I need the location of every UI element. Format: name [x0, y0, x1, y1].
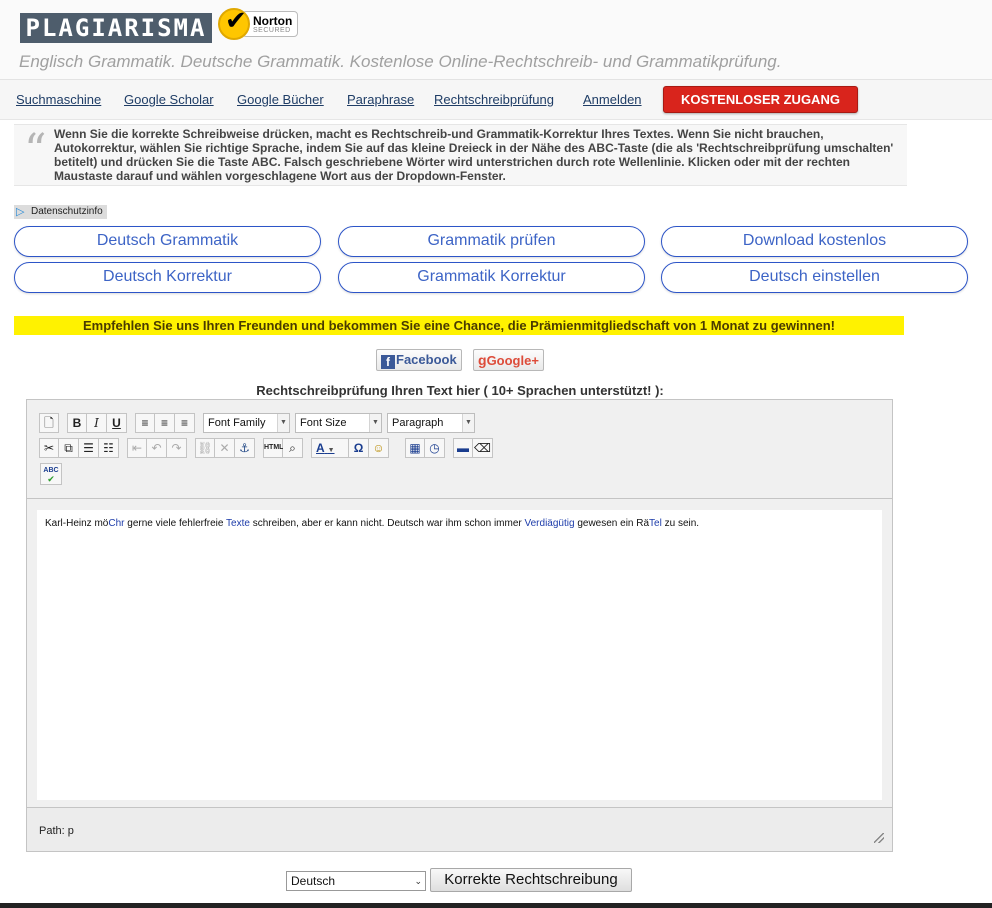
remove-format-icon[interactable]: ⌫ [473, 438, 493, 458]
underline-icon[interactable]: U [107, 413, 127, 433]
norton-badge-name: Norton [253, 14, 293, 28]
nav-link-anmelden[interactable]: Anmelden [583, 92, 642, 107]
chevron-down-icon: ▼ [369, 414, 381, 432]
cut-icon[interactable]: ✂ [39, 438, 59, 458]
misspelled-word[interactable]: Verdiägütig [525, 518, 575, 529]
language-select[interactable]: Deutsch ⌄ [286, 871, 426, 891]
google-plus-icon: g [478, 352, 487, 368]
nav-link-suchmaschine[interactable]: Suchmaschine [16, 92, 101, 107]
free-access-button[interactable]: KOSTENLOSER ZUGANG [663, 86, 858, 113]
editor-text-segment: zu sein. [661, 518, 700, 529]
bullet-list-icon[interactable]: ☰ [79, 438, 99, 458]
link-deutsch-einstellen[interactable]: Deutsch einstellen [661, 262, 968, 293]
align-right-icon[interactable]: ≡ [175, 413, 195, 433]
special-character-icon[interactable]: Ω [349, 438, 369, 458]
redo-icon[interactable]: ↷ [167, 438, 187, 458]
link-grammatik-korrektur[interactable]: Grammatik Korrektur [338, 262, 645, 293]
editor-text-segment: gerne viele fehlerfreie [124, 518, 227, 529]
editor-text-segment: gewesen ein Rä [574, 518, 650, 529]
misspelled-word[interactable]: Texte [226, 518, 250, 529]
spellcheck-icon[interactable]: ABC ✔ [40, 463, 62, 485]
facebook-icon: f [381, 355, 395, 369]
correct-spelling-button[interactable]: Korrekte Rechtschreibung [430, 868, 632, 892]
text-color-icon[interactable]: A ▼ [311, 438, 349, 458]
insert-time-icon[interactable]: ◷ [425, 438, 445, 458]
site-tagline: Englisch Grammatik. Deutsche Grammatik. … [19, 52, 782, 71]
quote-icon: “ [24, 125, 47, 176]
facebook-label: Facebook [396, 352, 457, 367]
horizontal-rule-icon[interactable]: ▬ [453, 438, 473, 458]
info-box: “ Wenn Sie die korrekte Schreibweise drü… [14, 124, 907, 186]
google-plus-label: Google+ [486, 353, 539, 368]
editor-status-bar: Path: p [27, 807, 892, 851]
misspelled-word[interactable]: Tel [649, 518, 662, 529]
site-logo[interactable]: PLAGIARISMA [20, 13, 212, 43]
norton-badge-box: Norton SECURED [242, 11, 298, 37]
italic-icon[interactable]: I [87, 413, 107, 433]
format-select[interactable]: Paragraph ▼ [387, 413, 475, 433]
rich-text-editor: 🗋 B I U ≡ ≡ ≡ Font Family ▼ Font Size ▼ … [26, 399, 893, 852]
nav-link-google-buecher[interactable]: Google Bücher [237, 92, 324, 107]
new-document-icon[interactable]: 🗋 [39, 413, 59, 433]
privacy-info-label: Datenschutzinfo [31, 206, 103, 217]
html-icon[interactable]: HTML [263, 438, 283, 458]
norton-badge-sub: SECURED [253, 27, 291, 34]
element-path: Path: p [39, 825, 74, 837]
chevron-down-icon: ⌄ [414, 876, 422, 886]
unlink-icon[interactable]: ✕ [215, 438, 235, 458]
link-icon[interactable]: ⛓ [195, 438, 215, 458]
google-plus-share-button[interactable]: gGoogle+ [473, 349, 544, 371]
undo-icon[interactable]: ↶ [147, 438, 167, 458]
editor-text-segment: Karl-Heinz mö [45, 518, 109, 529]
misspelled-word[interactable]: Chr [108, 518, 124, 529]
cleanup-icon[interactable]: ⌕ [283, 438, 303, 458]
norton-badge[interactable]: Norton SECURED ✔ [218, 6, 300, 42]
info-text: Wenn Sie die korrekte Schreibweise drück… [54, 127, 894, 183]
privacy-info-link[interactable]: ▷ Datenschutzinfo [14, 205, 107, 219]
align-center-icon[interactable]: ≡ [155, 413, 175, 433]
link-download-kostenlos[interactable]: Download kostenlos [661, 226, 968, 257]
facebook-share-button[interactable]: f Facebook [376, 349, 462, 371]
font-size-select[interactable]: Font Size ▼ [295, 413, 382, 433]
editor-text-segment: schreiben, aber er kann nicht. Deutsch w… [249, 518, 525, 529]
insert-date-icon[interactable]: ▦ [405, 438, 425, 458]
emoticon-icon[interactable]: ☺ [369, 438, 389, 458]
link-grammatik-pruefen[interactable]: Grammatik prüfen [338, 226, 645, 257]
bold-icon[interactable]: B [67, 413, 87, 433]
checkmark-icon: ✔ [218, 6, 250, 40]
top-nav: Suchmaschine Google Scholar Google Büche… [0, 80, 992, 120]
play-icon: ▷ [16, 206, 25, 218]
align-left-icon[interactable]: ≡ [135, 413, 155, 433]
chevron-down-icon: ▼ [277, 414, 289, 432]
checker-heading: Rechtschreibprüfung Ihren Text hier ( 10… [256, 383, 664, 398]
copy-icon[interactable]: ⧉ [59, 438, 79, 458]
nav-link-rechtschreibpruefung[interactable]: Rechtschreibprüfung [434, 92, 554, 107]
resize-grip-icon[interactable] [874, 833, 884, 843]
chevron-down-icon: ▼ [462, 414, 474, 432]
link-deutsch-korrektur[interactable]: Deutsch Korrektur [14, 262, 321, 293]
editor-divider [27, 498, 892, 499]
outdent-icon[interactable]: ⇤ [127, 438, 147, 458]
editor-text-area[interactable]: Karl-Heinz möChr gerne viele fehlerfreie… [37, 510, 882, 800]
bottom-border [0, 903, 992, 908]
font-family-select[interactable]: Font Family ▼ [203, 413, 290, 433]
anchor-icon[interactable]: ⚓ [235, 438, 255, 458]
promo-banner: Empfehlen Sie uns Ihren Freunden und bek… [14, 316, 904, 335]
nav-link-google-scholar[interactable]: Google Scholar [124, 92, 214, 107]
numbered-list-icon[interactable]: ☷ [99, 438, 119, 458]
nav-link-paraphrase[interactable]: Paraphrase [347, 92, 414, 107]
link-deutsch-grammatik[interactable]: Deutsch Grammatik [14, 226, 321, 257]
